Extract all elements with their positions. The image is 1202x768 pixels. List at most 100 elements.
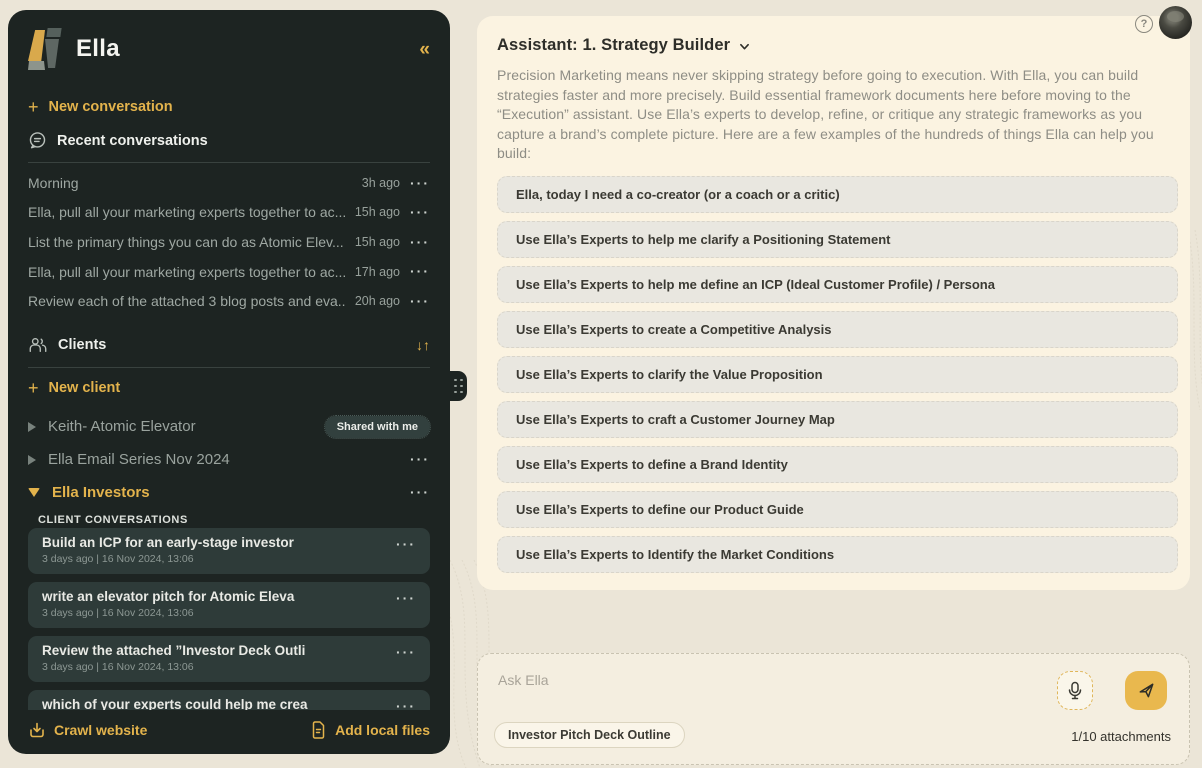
client-conversation-list: Build an ICP for an early-stage investor… [28, 528, 430, 710]
client-list: Keith- Atomic Elevator Shared with me El… [28, 410, 430, 509]
client-row-keith-atomic-elevator[interactable]: Keith- Atomic Elevator Shared with me [28, 410, 430, 443]
more-options-icon[interactable]: ··· [410, 455, 430, 463]
conversation-row[interactable]: Review each of the attached 3 blog posts… [28, 286, 430, 316]
suggestion-button[interactable]: Use Ella’s Experts to define our Product… [497, 491, 1178, 528]
add-local-files-button[interactable]: Add local files [310, 721, 430, 739]
plus-icon: + [28, 98, 39, 116]
collapse-down-icon[interactable] [28, 488, 40, 497]
new-client-button[interactable]: + New client [28, 379, 430, 397]
attachments-count: 1/10 attachments [1071, 729, 1171, 744]
help-button[interactable]: ? [1135, 15, 1153, 33]
conversation-row[interactable]: List the primary things you can do as At… [28, 227, 430, 257]
plus-icon: + [28, 379, 39, 397]
card-title: Build an ICP for an early-stage investor [42, 535, 386, 550]
recent-conversations-header: Recent conversations [28, 131, 430, 150]
crawl-website-label: Crawl website [54, 722, 147, 738]
card-title: which of your experts could help me crea [42, 697, 386, 710]
download-icon [28, 721, 46, 739]
expand-right-icon[interactable] [28, 455, 36, 465]
message-composer: Investor Pitch Deck Outline 1/10 attachm… [477, 653, 1190, 765]
collapse-sidebar-icon[interactable]: « [419, 40, 430, 59]
sidebar-resize-handle[interactable] [450, 371, 467, 401]
voice-input-button[interactable] [1057, 671, 1093, 710]
divider [28, 367, 430, 368]
expand-right-icon[interactable] [28, 422, 36, 432]
assistant-intro-text: Precision Marketing means never skipping… [497, 66, 1173, 164]
app-title: Ella [76, 35, 120, 63]
conversation-row[interactable]: Ella, pull all your marketing experts to… [28, 198, 430, 228]
conversation-title: Ella, pull all your marketing experts to… [28, 204, 345, 220]
suggestion-button[interactable]: Use Ella’s Experts to craft a Customer J… [497, 401, 1178, 438]
assistant-selector[interactable]: Assistant: 1. Strategy Builder [497, 36, 750, 55]
ask-ella-input[interactable] [498, 672, 1058, 688]
file-icon [310, 721, 327, 739]
user-avatar[interactable] [1159, 6, 1192, 39]
assistant-title: Assistant: 1. Strategy Builder [497, 36, 730, 55]
recent-conversations-label: Recent conversations [57, 133, 208, 149]
card-meta: 3 days ago | 16 Nov 2024, 13:06 [42, 607, 386, 619]
conversation-time: 15h ago [355, 205, 400, 219]
conversation-row[interactable]: Ella, pull all your marketing experts to… [28, 257, 430, 287]
ella-logo-icon [28, 28, 62, 70]
conversation-row[interactable]: Morning 3h ago ··· [28, 168, 430, 198]
more-options-icon[interactable]: ··· [410, 238, 430, 246]
suggestion-button[interactable]: Use Ella’s Experts to create a Competiti… [497, 311, 1178, 348]
conversation-title: Ella, pull all your marketing experts to… [28, 264, 345, 280]
assistant-panel: Assistant: 1. Strategy Builder Precision… [477, 16, 1190, 590]
client-name: Keith- Atomic Elevator [48, 418, 196, 435]
shared-with-me-badge: Shared with me [325, 416, 430, 438]
more-options-icon[interactable]: ··· [410, 297, 430, 305]
client-row-ella-investors[interactable]: Ella Investors ··· [28, 476, 430, 509]
conversation-time: 15h ago [355, 235, 400, 249]
card-title: Review the attached ”Investor Deck Outli [42, 643, 386, 658]
more-options-icon[interactable]: ··· [410, 267, 430, 275]
client-conversation-card[interactable]: Build an ICP for an early-stage investor… [28, 528, 430, 574]
conversation-list: Morning 3h ago ··· Ella, pull all your m… [28, 168, 430, 316]
client-conversation-card[interactable]: Review the attached ”Investor Deck Outli… [28, 636, 430, 682]
chevron-down-icon [739, 41, 750, 52]
more-options-icon[interactable]: ··· [410, 208, 430, 216]
divider [28, 162, 430, 163]
suggestion-button[interactable]: Ella, today I need a co-creator (or a co… [497, 176, 1178, 213]
more-options-icon[interactable]: ··· [396, 648, 416, 656]
suggestion-button[interactable]: Use Ella’s Experts to clarify the Value … [497, 356, 1178, 393]
client-row-ella-email-series[interactable]: Ella Email Series Nov 2024 ··· [28, 443, 430, 476]
microphone-icon [1067, 681, 1083, 701]
conversation-time: 20h ago [355, 294, 400, 308]
more-options-icon[interactable]: ··· [410, 488, 430, 496]
client-name: Ella Email Series Nov 2024 [48, 451, 230, 468]
client-conversations-header: CLIENT CONVERSATIONS [38, 514, 430, 526]
attachment-chip[interactable]: Investor Pitch Deck Outline [494, 722, 685, 748]
grip-dots-icon [454, 379, 463, 394]
crawl-website-button[interactable]: Crawl website [28, 721, 147, 739]
add-local-files-label: Add local files [335, 722, 430, 738]
suggestion-button[interactable]: Use Ella’s Experts to Identify the Marke… [497, 536, 1178, 573]
conversation-title: List the primary things you can do as At… [28, 234, 345, 250]
send-button[interactable] [1125, 671, 1167, 710]
more-options-icon[interactable]: ··· [396, 702, 416, 710]
sidebar: Ella « + New conversation Recent convers… [8, 10, 450, 754]
conversation-title: Morning [28, 175, 352, 191]
new-conversation-button[interactable]: + New conversation [28, 98, 430, 116]
clients-header: Clients ↓↑ [28, 336, 430, 354]
suggestion-list: Ella, today I need a co-creator (or a co… [497, 176, 1170, 573]
suggestion-button[interactable]: Use Ella’s Experts to help me clarify a … [497, 221, 1178, 258]
client-conversation-card[interactable]: write an elevator pitch for Atomic Eleva… [28, 582, 430, 628]
card-meta: 3 days ago | 16 Nov 2024, 13:06 [42, 661, 386, 673]
suggestion-button[interactable]: Use Ella’s Experts to help me define an … [497, 266, 1178, 303]
sidebar-footer: Crawl website Add local files [28, 716, 430, 744]
suggestion-button[interactable]: Use Ella’s Experts to define a Brand Ide… [497, 446, 1178, 483]
client-name: Ella Investors [52, 484, 150, 501]
chat-bubble-icon [28, 131, 47, 150]
clients-label: Clients [58, 337, 106, 353]
more-options-icon[interactable]: ··· [396, 540, 416, 548]
conversation-time: 3h ago [362, 176, 400, 190]
more-options-icon[interactable]: ··· [396, 594, 416, 602]
client-conversation-card[interactable]: which of your experts could help me crea… [28, 690, 430, 710]
more-options-icon[interactable]: ··· [410, 179, 430, 187]
people-icon [28, 336, 48, 354]
conversation-title: Review each of the attached 3 blog posts… [28, 293, 345, 309]
sort-icon[interactable]: ↓↑ [416, 337, 430, 353]
send-icon [1137, 681, 1156, 700]
new-client-label: New client [49, 380, 121, 396]
